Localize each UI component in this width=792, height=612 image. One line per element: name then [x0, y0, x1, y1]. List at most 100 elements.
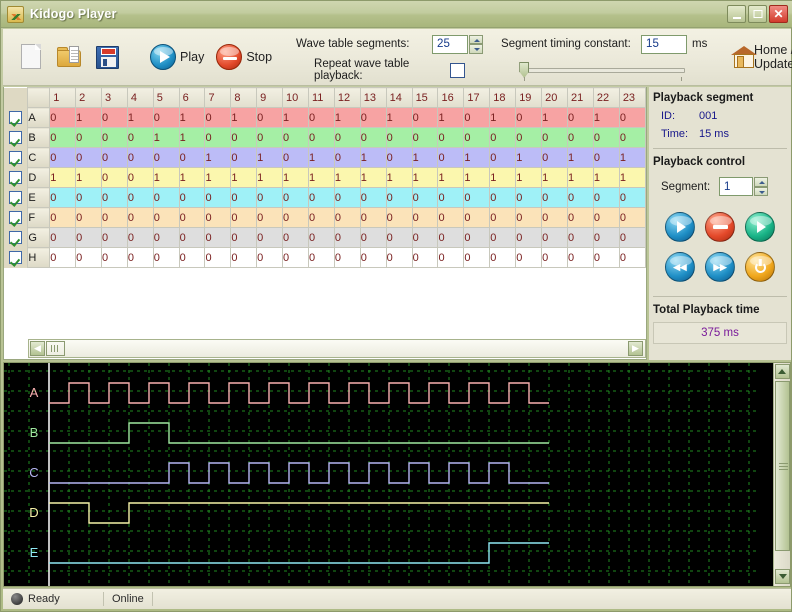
row-enable-checkbox[interactable]: [4, 127, 28, 148]
column-header[interactable]: 22: [592, 87, 620, 108]
table-cell[interactable]: 0: [256, 207, 284, 228]
table-cell[interactable]: 0: [75, 247, 103, 268]
table-cell[interactable]: 1: [49, 167, 77, 188]
table-cell[interactable]: 1: [333, 167, 361, 188]
table-cell[interactable]: 1: [307, 147, 335, 168]
table-cell[interactable]: 0: [592, 207, 620, 228]
stop-button[interactable]: Stop: [216, 44, 272, 70]
table-cell[interactable]: 0: [515, 107, 543, 128]
table-cell[interactable]: 1: [152, 167, 180, 188]
table-cell[interactable]: 0: [152, 187, 180, 208]
table-cell[interactable]: 0: [567, 127, 594, 148]
table-cell[interactable]: 1: [75, 107, 103, 128]
column-header[interactable]: 23: [618, 87, 646, 108]
new-document-button[interactable]: [17, 42, 45, 72]
table-cell[interactable]: 1: [592, 107, 620, 128]
column-header[interactable]: 14: [385, 87, 413, 108]
table-cell[interactable]: 0: [463, 107, 491, 128]
table-cell[interactable]: 0: [230, 187, 258, 208]
table-cell[interactable]: 0: [333, 227, 361, 248]
table-cell[interactable]: 0: [75, 207, 103, 228]
table-cell[interactable]: 0: [359, 107, 387, 128]
table-cell[interactable]: 0: [541, 187, 568, 208]
table-cell[interactable]: 0: [204, 247, 232, 268]
table-cell[interactable]: 0: [618, 127, 646, 148]
table-cell[interactable]: 0: [359, 247, 387, 268]
column-header[interactable]: 16: [437, 87, 465, 108]
table-cell[interactable]: 0: [592, 187, 620, 208]
table-cell[interactable]: 0: [152, 247, 180, 268]
table-cell[interactable]: 1: [541, 107, 568, 128]
rewind-button[interactable]: ◂◂: [665, 252, 695, 282]
table-cell[interactable]: 0: [101, 167, 128, 188]
close-button[interactable]: ✕: [769, 5, 788, 23]
table-cell[interactable]: 0: [126, 167, 154, 188]
column-header[interactable]: 12: [333, 87, 361, 108]
table-cell[interactable]: 0: [385, 147, 413, 168]
table-cell[interactable]: 0: [282, 127, 309, 148]
table-cell[interactable]: 1: [256, 167, 284, 188]
table-cell[interactable]: 0: [204, 227, 232, 248]
table-cell[interactable]: 0: [567, 247, 594, 268]
table-cell[interactable]: 0: [49, 247, 77, 268]
column-header[interactable]: 19: [515, 87, 543, 108]
table-cell[interactable]: 0: [515, 127, 543, 148]
table-cell[interactable]: 0: [515, 247, 543, 268]
segment-selector-stepper[interactable]: [754, 177, 768, 196]
column-header[interactable]: 15: [411, 87, 439, 108]
table-cell[interactable]: 1: [463, 147, 491, 168]
table-cell[interactable]: 1: [333, 107, 361, 128]
table-cell[interactable]: 0: [463, 127, 491, 148]
table-cell[interactable]: 0: [333, 187, 361, 208]
table-cell[interactable]: 0: [49, 147, 77, 168]
table-cell[interactable]: 0: [75, 227, 103, 248]
table-cell[interactable]: 1: [178, 167, 206, 188]
table-cell[interactable]: 0: [515, 227, 543, 248]
table-cell[interactable]: 0: [618, 187, 646, 208]
column-header[interactable]: 17: [463, 87, 491, 108]
table-cell[interactable]: 0: [385, 247, 413, 268]
home-updates-button[interactable]: Home / Updates: [731, 43, 792, 71]
row-enable-checkbox[interactable]: [4, 227, 28, 248]
reset-button[interactable]: [745, 252, 775, 282]
column-header[interactable]: 7: [204, 87, 232, 108]
table-cell[interactable]: 0: [618, 207, 646, 228]
table-cell[interactable]: 0: [75, 127, 103, 148]
column-header[interactable]: 20: [541, 87, 568, 108]
save-file-button[interactable]: [93, 42, 121, 72]
table-cell[interactable]: 1: [437, 167, 465, 188]
table-cell[interactable]: 0: [152, 207, 180, 228]
table-cell[interactable]: 1: [359, 167, 387, 188]
table-cell[interactable]: 0: [126, 247, 154, 268]
wave-table-grid[interactable]: 1 2 3 4 5 6 7 8 9 10 11 12 13 14 15 16 17 18 19 20 21 22 23 A 0 1…: [3, 87, 647, 360]
table-cell[interactable]: 0: [230, 227, 258, 248]
table-cell[interactable]: 0: [359, 227, 387, 248]
table-cell[interactable]: 1: [178, 127, 206, 148]
table-cell[interactable]: 0: [592, 147, 620, 168]
table-cell[interactable]: 1: [75, 167, 103, 188]
column-header[interactable]: 11: [307, 87, 335, 108]
table-cell[interactable]: 0: [411, 187, 439, 208]
waveform-vertical-scrollbar[interactable]: [773, 363, 790, 586]
table-cell[interactable]: 0: [126, 227, 154, 248]
table-cell[interactable]: 0: [541, 247, 568, 268]
table-cell[interactable]: 0: [204, 127, 232, 148]
table-cell[interactable]: 0: [101, 227, 128, 248]
table-cell[interactable]: 0: [126, 207, 154, 228]
table-cell[interactable]: 0: [541, 207, 568, 228]
table-cell[interactable]: 0: [489, 227, 517, 248]
table-cell[interactable]: 0: [307, 127, 335, 148]
play-button[interactable]: Play: [150, 44, 204, 70]
table-cell[interactable]: 0: [411, 227, 439, 248]
timing-slider[interactable]: [519, 62, 689, 81]
table-cell[interactable]: 1: [592, 167, 620, 188]
table-cell[interactable]: 0: [282, 147, 309, 168]
table-cell[interactable]: 0: [411, 247, 439, 268]
table-cell[interactable]: 0: [567, 107, 594, 128]
table-cell[interactable]: 0: [385, 207, 413, 228]
wave-segments-input[interactable]: 25: [432, 34, 469, 54]
table-cell[interactable]: 1: [256, 147, 284, 168]
table-cell[interactable]: 0: [463, 207, 491, 228]
table-cell[interactable]: 0: [101, 207, 128, 228]
timing-input[interactable]: 15: [641, 34, 688, 54]
